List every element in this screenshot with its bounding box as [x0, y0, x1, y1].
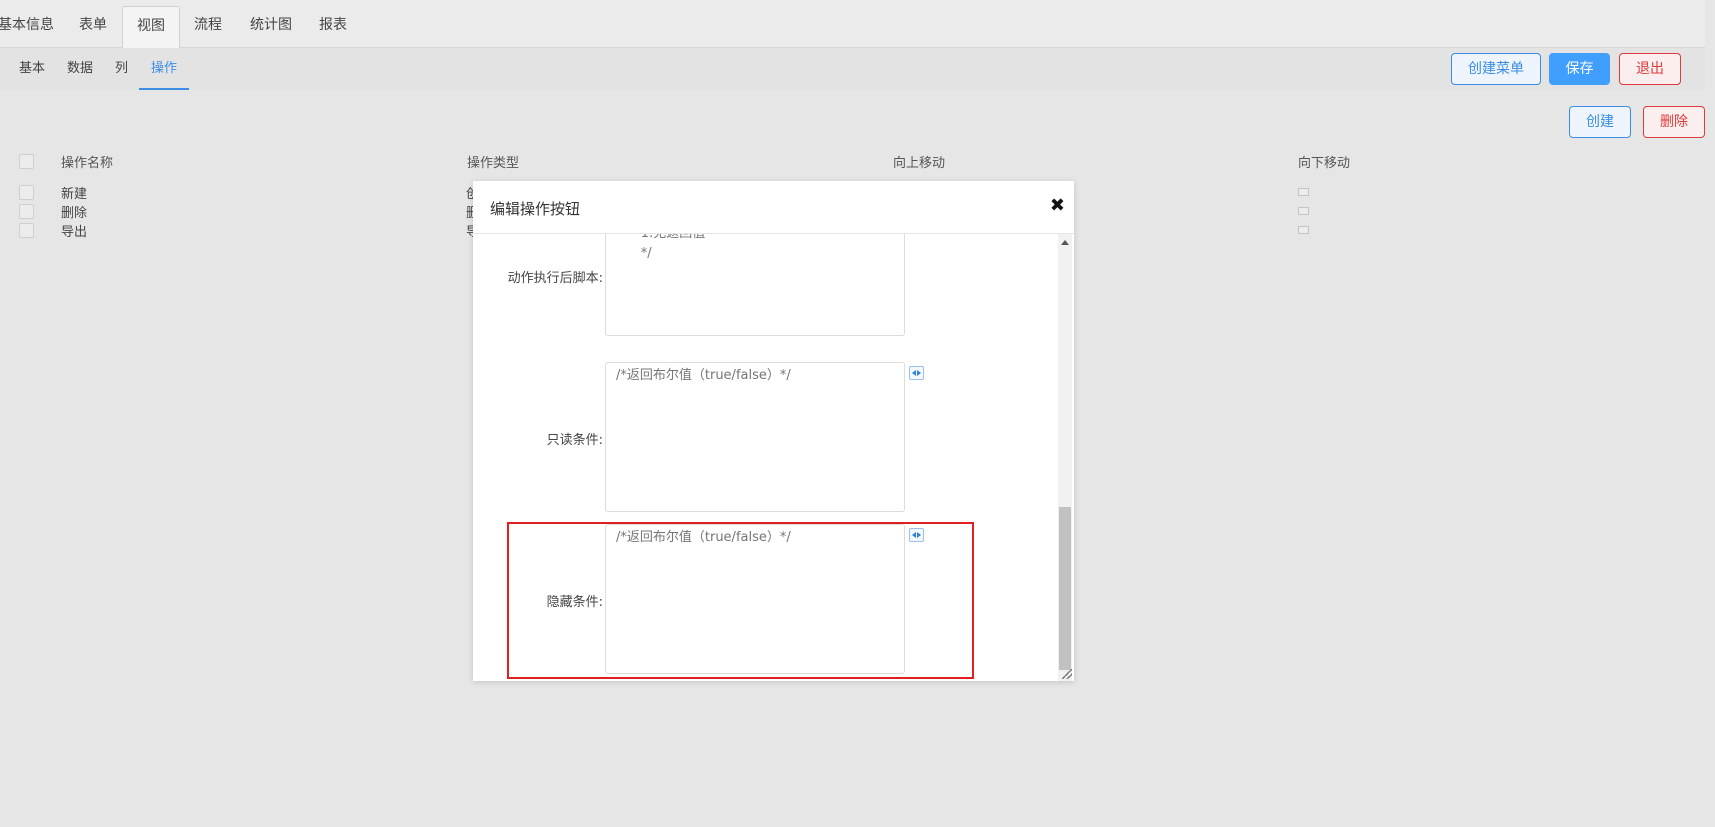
tab-workflow[interactable]: 流程 — [180, 6, 236, 48]
move-down-icon[interactable] — [1298, 207, 1309, 215]
create-menu-button[interactable]: 创建菜单 — [1451, 53, 1541, 85]
select-all-checkbox[interactable] — [19, 154, 34, 169]
column-header-name: 操作名称 — [61, 156, 114, 171]
readonly-condition-label: 只读条件: — [546, 433, 603, 448]
row-checkbox[interactable] — [19, 185, 34, 200]
save-button[interactable]: 保存 — [1549, 53, 1610, 85]
row-checkbox[interactable] — [19, 223, 34, 238]
operation-name: 删除 — [61, 206, 88, 221]
column-header-type: 操作类型 — [467, 156, 520, 171]
operation-name: 导出 — [61, 225, 88, 240]
dialog-title: 编辑操作按钮 — [490, 200, 581, 218]
subtab-columns[interactable]: 列 — [115, 48, 128, 90]
tab-basic-info[interactable]: 基本信息 — [0, 6, 68, 48]
dialog-body: 动作执行后脚本: 只读条件: 隐藏条件: — [473, 234, 1074, 681]
top-tab-bar: 基本信息 表单 视图 流程 统计图 报表 — [0, 0, 1705, 49]
after-script-label: 动作执行后脚本: — [507, 271, 603, 286]
delete-button[interactable]: 删除 — [1643, 106, 1705, 138]
scroll-thumb[interactable] — [1059, 507, 1071, 670]
sub-tab-bar: 基本 数据 列 操作 创建菜单 保存 退出 — [0, 48, 1705, 90]
move-down-icon[interactable] — [1298, 226, 1309, 234]
dialog-scrollbar[interactable] — [1058, 234, 1072, 681]
dialog-header: 编辑操作按钮 ✖ — [473, 181, 1074, 234]
move-down-icon[interactable] — [1298, 188, 1309, 196]
hidden-condition-input[interactable] — [605, 524, 905, 674]
after-script-input[interactable] — [605, 234, 905, 336]
subtab-basic[interactable]: 基本 — [19, 48, 45, 90]
tab-view[interactable]: 视图 — [122, 6, 180, 49]
column-header-move-up: 向上移动 — [893, 156, 946, 171]
readonly-condition-input[interactable] — [605, 362, 905, 512]
scroll-up-arrow-icon[interactable] — [1061, 240, 1069, 245]
edit-action-button-dialog: 编辑操作按钮 ✖ 动作执行后脚本: 只读条件: 隐藏条件: — [473, 181, 1074, 681]
tab-form[interactable]: 表单 — [65, 6, 121, 48]
grid-header: 操作名称 操作类型 向上移动 向下移动 — [0, 150, 1705, 174]
tab-report[interactable]: 报表 — [305, 6, 361, 48]
close-icon[interactable]: ✖ — [1050, 195, 1065, 216]
resize-grip-icon[interactable] — [1062, 669, 1072, 679]
hidden-condition-label: 隐藏条件: — [546, 595, 603, 610]
exit-button[interactable]: 退出 — [1619, 53, 1681, 85]
row-checkbox[interactable] — [19, 204, 34, 219]
subtab-operations[interactable]: 操作 — [139, 48, 190, 90]
code-editor-icon[interactable] — [909, 528, 924, 542]
operation-name: 新建 — [61, 187, 88, 202]
tab-statistics-chart[interactable]: 统计图 — [236, 6, 306, 48]
code-editor-icon[interactable] — [909, 366, 924, 380]
subtab-data[interactable]: 数据 — [67, 48, 93, 90]
column-header-move-down: 向下移动 — [1298, 156, 1351, 171]
create-button[interactable]: 创建 — [1569, 106, 1631, 138]
